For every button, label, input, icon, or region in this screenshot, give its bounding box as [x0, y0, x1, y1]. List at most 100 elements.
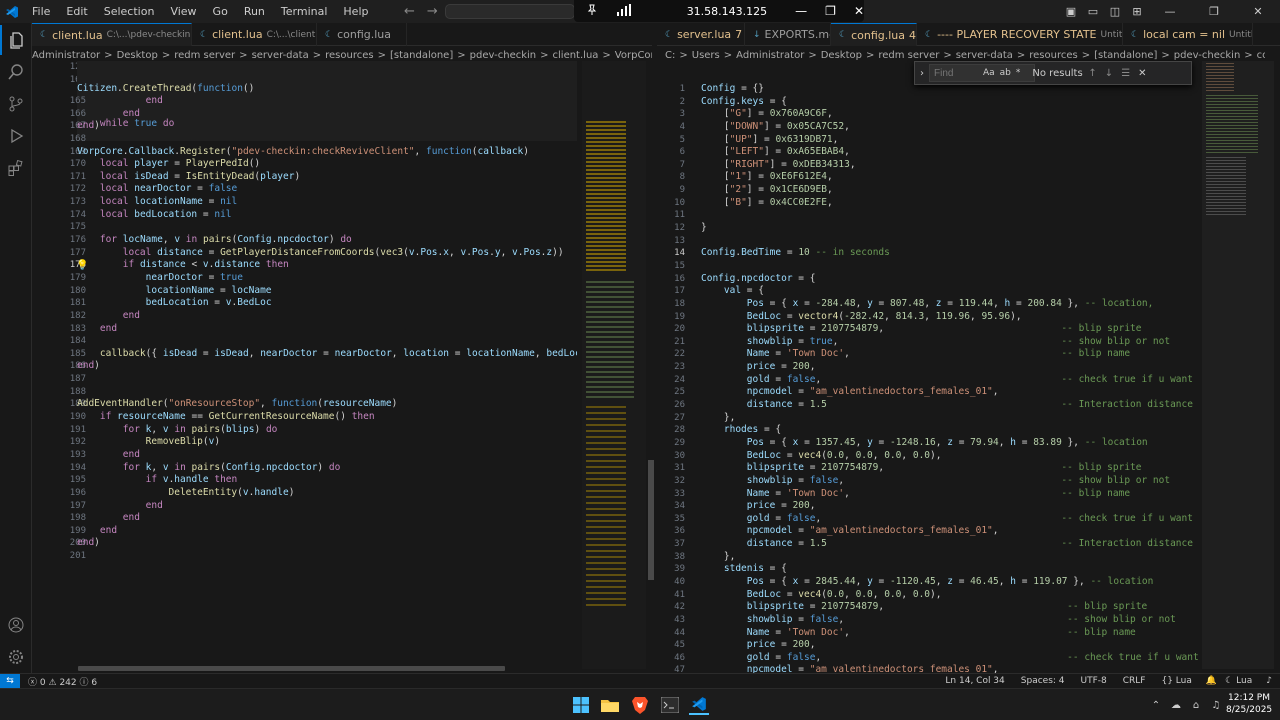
close-icon[interactable]: ✕	[1236, 5, 1280, 18]
left-vertical-scrollbar[interactable]	[648, 460, 654, 580]
tab-untitled-1[interactable]: ☾ ---- PLAYER RECOVERY STATE Untitled-1 …	[917, 23, 1123, 46]
match-whole-word-icon[interactable]: ab	[1000, 68, 1011, 78]
code-line[interactable]	[77, 221, 577, 234]
account-icon[interactable]	[0, 610, 32, 640]
code-line[interactable]	[77, 386, 577, 399]
breadcrumb-item[interactable]: config.lua	[1257, 50, 1265, 61]
code-line[interactable]: Config. keys = {	[701, 96, 1199, 109]
code-line[interactable]: DeleteEntity(v. handle)	[77, 487, 577, 500]
code-line[interactable]: local locationName = nil	[77, 196, 577, 209]
code-line[interactable]: end	[77, 95, 577, 108]
tab-server-lua[interactable]: ☾ server.lua 7	[657, 23, 745, 46]
code-line[interactable]: Name = 'Town Doc', -- blip name	[701, 627, 1199, 640]
right-minimap[interactable]	[1202, 61, 1274, 669]
run-debug-icon[interactable]	[0, 121, 32, 151]
code-line[interactable]: showblip = false, -- show blip or not	[701, 614, 1199, 627]
breadcrumb-item[interactable]: Desktop	[117, 50, 158, 61]
previous-match-arrow-icon[interactable]: ↑	[1088, 68, 1096, 79]
command-center[interactable]	[445, 4, 575, 19]
code-line[interactable]: local distance = GetPlayerDistanceFromCo…	[77, 247, 577, 260]
toggle-replace-chevron-icon[interactable]: ›	[915, 68, 929, 79]
regex-icon[interactable]: *	[1016, 68, 1021, 78]
code-line[interactable]: nearDoctor = true	[77, 272, 577, 285]
windows-start-icon[interactable]	[571, 695, 591, 715]
layout-sidebar-icon[interactable]: ▣	[1060, 5, 1082, 18]
code-line[interactable]: Pos = { x = 1357.45, y = -1248.16, z = 7…	[701, 437, 1199, 450]
menu-go[interactable]: Go	[205, 0, 236, 23]
code-line[interactable]: RemoveBlip(v)	[77, 436, 577, 449]
settings-gear-icon[interactable]	[0, 642, 32, 672]
remote-minimize-icon[interactable]: —	[795, 4, 807, 18]
code-line[interactable]: stdenis = {	[701, 563, 1199, 576]
code-line[interactable]: gold = false, -- check true if u want pa…	[701, 513, 1199, 526]
code-line[interactable]: blipsprite = 2107754879, -- blip sprite	[701, 462, 1199, 475]
breadcrumb-item[interactable]: Desktop	[821, 50, 862, 61]
breadcrumb-item[interactable]: redm server	[174, 50, 235, 61]
code-line[interactable]: distance = 1.5 -- Interaction distance	[701, 538, 1199, 551]
code-line[interactable]: ["G"] = 0x760A9C6F,	[701, 108, 1199, 121]
encoding[interactable]: UTF-8	[1081, 676, 1107, 686]
right-code-area[interactable]: Config = {} Config. keys = { ["G"] = 0x760…	[701, 83, 1199, 677]
remote-close-icon[interactable]: ✕	[854, 4, 864, 18]
menu-terminal[interactable]: Terminal	[273, 0, 336, 23]
code-line[interactable]	[77, 550, 577, 563]
code-line[interactable]: Name = 'Town Doc', -- blip name	[701, 488, 1199, 501]
code-line[interactable]: price = 200,	[701, 500, 1199, 513]
code-line[interactable]: end	[77, 108, 577, 121]
code-line[interactable]: showblip = false, -- show blip or not	[701, 475, 1199, 488]
tab-exports-md[interactable]: ↓ EXPORTS.md	[745, 23, 831, 46]
lua-status[interactable]: Lua	[1236, 676, 1252, 686]
code-line[interactable]: }	[701, 222, 1199, 235]
lua-status-icon[interactable]: ☾	[1225, 676, 1233, 686]
code-line[interactable]: distance = 1.5 -- Interaction distance	[701, 399, 1199, 412]
layout-split-icon[interactable]: ◫	[1104, 5, 1126, 18]
code-line[interactable]: for k, v in pairs(blips) do	[77, 424, 577, 437]
breadcrumb-item[interactable]: [standalone]	[390, 50, 453, 61]
breadcrumb-item[interactable]: Users	[692, 50, 720, 61]
code-line[interactable]: for locName, v in pairs(Config. npcdoctor…	[77, 234, 577, 247]
breadcrumb-item[interactable]: VorpCore.Callback.Register	[615, 50, 652, 61]
brave-browser-icon[interactable]	[630, 695, 650, 715]
code-line[interactable]: local isDead = IsEntityDead(player)	[77, 171, 577, 184]
find-in-selection-icon[interactable]: ☰	[1121, 68, 1130, 79]
source-control-icon[interactable]	[0, 89, 32, 119]
search-icon[interactable]	[0, 57, 32, 87]
code-line[interactable]: BedLoc = vec4(0.0, 0.0, 0.0, 0.0),	[701, 589, 1199, 602]
menu-edit[interactable]: Edit	[58, 0, 95, 23]
close-find-icon[interactable]: ✕	[1138, 68, 1146, 79]
breadcrumb-item[interactable]: C:	[665, 50, 675, 61]
back-arrow-icon[interactable]: ←	[404, 4, 415, 19]
layout-panel-icon[interactable]: ▭	[1082, 5, 1104, 18]
pin-icon[interactable]	[586, 4, 601, 19]
code-line[interactable]: price = 200,	[701, 361, 1199, 374]
cursor-position[interactable]: Ln 14, Col 34	[945, 676, 1004, 686]
code-line[interactable]: if distance < v. distance then	[77, 259, 577, 272]
code-line[interactable]: ["LEFT"] = 0xA65EBAB4,	[701, 146, 1199, 159]
breadcrumb-item[interactable]: [standalone]	[1094, 50, 1157, 61]
tab-client-lua-client[interactable]: ☾ client.lua C:\...\client 9+	[192, 23, 317, 46]
breadcrumb-item[interactable]: pdev-checkin	[1174, 50, 1241, 61]
code-line[interactable]: end	[77, 323, 577, 336]
code-line[interactable]: if v. handle then	[77, 474, 577, 487]
next-match-arrow-icon[interactable]: ↓	[1105, 68, 1113, 79]
code-line[interactable]: local player = PlayerPedId()	[77, 158, 577, 171]
code-line[interactable]: Pos = { x = 2845.44, y = -1120.45, z = 4…	[701, 576, 1199, 589]
left-minimap[interactable]	[582, 61, 646, 669]
code-line[interactable]: locationName = locName	[77, 285, 577, 298]
code-line[interactable]: Config. npcdoctor = {	[701, 273, 1199, 286]
code-line[interactable]: npcmodel = "am_valentinedoctors_females_…	[701, 386, 1199, 399]
extensions-icon[interactable]	[0, 153, 32, 183]
code-line[interactable]: end)	[77, 537, 577, 550]
code-line[interactable]: end	[77, 512, 577, 525]
menu-file[interactable]: File	[24, 0, 58, 23]
breadcrumb-item[interactable]: client.lua	[553, 50, 599, 61]
remote-restore-icon[interactable]: ❐	[825, 4, 836, 18]
vscode-taskbar-icon[interactable]	[689, 695, 709, 715]
show-hidden-icons-chevron-icon[interactable]: ⌃	[1146, 695, 1166, 715]
menu-help[interactable]: Help	[335, 0, 376, 23]
code-line[interactable]: end	[77, 525, 577, 538]
bell-icon[interactable]: 🔔	[1206, 676, 1217, 686]
code-line[interactable]: rhodes = {	[701, 424, 1199, 437]
code-line[interactable]: showblip = true, -- show blip or not	[701, 336, 1199, 349]
left-horizontal-scrollbar[interactable]	[78, 666, 505, 671]
